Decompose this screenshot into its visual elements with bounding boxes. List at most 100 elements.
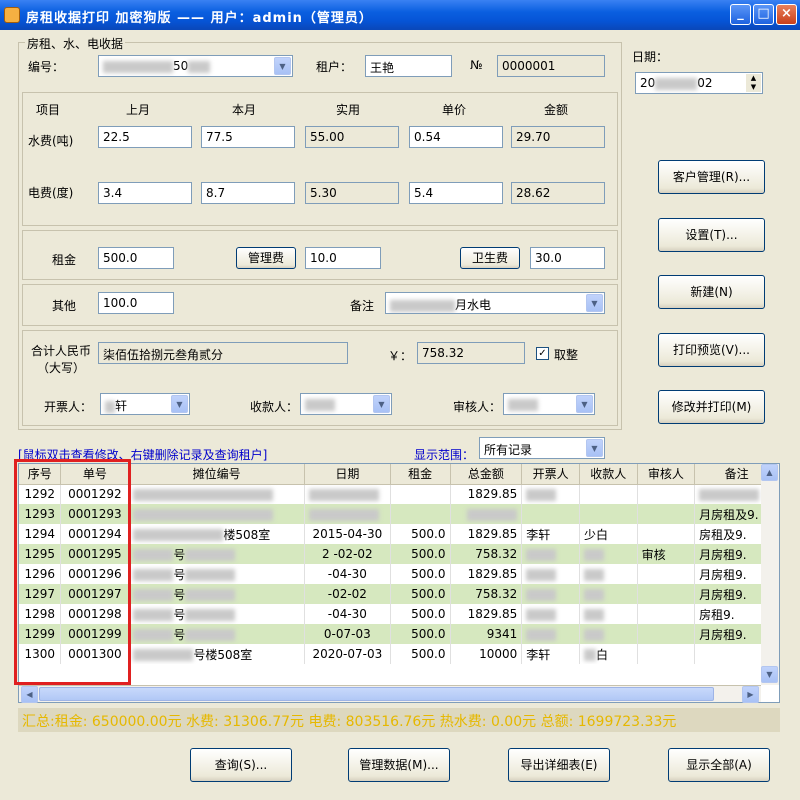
- code-select[interactable]: 50 ▼: [98, 55, 293, 77]
- electric-current-input[interactable]: 8.7: [201, 182, 295, 204]
- rent-label: 租金: [52, 253, 77, 267]
- cell-payee: [579, 604, 638, 624]
- table-row[interactable]: 1292 0001292 1829.85: [19, 484, 779, 504]
- blurred-text: [583, 568, 604, 581]
- scroll-right-icon[interactable]: ▶: [742, 686, 759, 703]
- close-button[interactable]: ×: [776, 4, 797, 25]
- th-payee[interactable]: 收款人: [579, 464, 638, 485]
- chevron-down-icon[interactable]: ▼: [586, 294, 603, 312]
- query-button[interactable]: 查询(S)...: [190, 748, 292, 782]
- date-input[interactable]: 20 02 ▲ ▼: [635, 72, 763, 94]
- chevron-down-icon[interactable]: ▼: [171, 395, 188, 413]
- chevron-down-icon[interactable]: ▼: [274, 57, 291, 75]
- th-date[interactable]: 日期: [304, 464, 391, 485]
- sanitation-fee-input[interactable]: 30.0: [530, 247, 605, 269]
- col-last-month: 上月: [126, 103, 151, 117]
- export-detail-button[interactable]: 导出详细表(E): [508, 748, 610, 782]
- manage-data-button[interactable]: 管理数据(M)...: [348, 748, 450, 782]
- th-rent[interactable]: 租金: [390, 464, 451, 485]
- water-price-input[interactable]: 0.54: [409, 126, 503, 148]
- rent-input[interactable]: 500.0: [98, 247, 174, 269]
- cell-auditor: [637, 504, 696, 524]
- blurred-text: [583, 608, 604, 621]
- settings-button[interactable]: 设置(T)...: [658, 218, 765, 252]
- table-row[interactable]: 1296 0001296 号 -04-30 500.0 1829.85 月房租9…: [19, 564, 779, 584]
- receipt-no-label: №: [470, 58, 483, 72]
- horizontal-scroll-thumb[interactable]: [39, 687, 714, 701]
- cell-rent: [390, 504, 451, 524]
- sanitation-fee-button[interactable]: 卫生费: [460, 247, 520, 269]
- new-button[interactable]: 新建(N): [658, 275, 765, 309]
- payee-label: 收款人：: [250, 400, 299, 414]
- issuer-label: 开票人：: [44, 400, 93, 414]
- water-current-input[interactable]: 77.5: [201, 126, 295, 148]
- scroll-down-icon[interactable]: ▼: [761, 666, 778, 683]
- blurred-text: [526, 488, 557, 501]
- cell-issuer: [521, 604, 580, 624]
- date-spinner-icon[interactable]: ▲ ▼: [746, 74, 761, 92]
- mgmt-fee-input[interactable]: 10.0: [305, 247, 381, 269]
- cell-payee: [579, 584, 638, 604]
- vertical-scrollbar[interactable]: ▲ ▼: [761, 464, 779, 685]
- auditor-select[interactable]: ▼: [503, 393, 595, 415]
- th-issuer[interactable]: 开票人: [521, 464, 580, 485]
- blurred-text: [583, 588, 604, 601]
- stall-text: 号楼508室: [193, 647, 253, 662]
- issuer-select[interactable]: 轩 ▼: [100, 393, 190, 415]
- table-row[interactable]: 1297 0001297 号 -02-02 500.0 758.32 月房租9.: [19, 584, 779, 604]
- cell-payee: [579, 544, 638, 564]
- cell-issuer: [521, 484, 580, 504]
- minimize-button[interactable]: _: [730, 4, 751, 25]
- table-row[interactable]: 1294 0001294 楼508室 2015-04-30 500.0 1829…: [19, 524, 779, 544]
- water-last-input[interactable]: 22.5: [98, 126, 192, 148]
- cell-date: [304, 504, 391, 524]
- table-row[interactable]: 1299 0001299 号 0-07-03 500.0 9341 月房租9.: [19, 624, 779, 644]
- scroll-up-icon[interactable]: ▲: [761, 464, 778, 481]
- table-row[interactable]: 1298 0001298 号 -04-30 500.0 1829.85 房租9.: [19, 604, 779, 624]
- blurred-text: [185, 569, 236, 581]
- records-table[interactable]: 序号 单号 摊位编号 日期 租金 总金额 开票人 收款人 审核人 备注 1292…: [18, 463, 780, 703]
- electric-amount-field: 28.62: [511, 182, 605, 204]
- th-stall[interactable]: 摊位编号: [128, 464, 305, 485]
- col-actual: 实用: [336, 103, 361, 117]
- th-auditor[interactable]: 审核人: [637, 464, 696, 485]
- electric-last-input[interactable]: 3.4: [98, 182, 192, 204]
- cell-date: 2020-07-03: [304, 644, 391, 664]
- mgmt-fee-button[interactable]: 管理费: [236, 247, 296, 269]
- scroll-left-icon[interactable]: ◀: [21, 686, 38, 703]
- maximize-button[interactable]: □: [753, 4, 774, 25]
- table-row[interactable]: 1295 0001295 号 2 -02-02 500.0 758.32 审核 …: [19, 544, 779, 564]
- cell-rent: 500.0: [390, 524, 451, 544]
- payee-select[interactable]: ▼: [300, 393, 392, 415]
- date-suffix: 02: [697, 76, 713, 90]
- cell-auditor: [637, 484, 696, 504]
- water-actual-field: 55.00: [305, 126, 399, 148]
- electric-price-input[interactable]: 5.4: [409, 182, 503, 204]
- table-row[interactable]: 1300 0001300 号楼508室 2020-07-03 500.0 100…: [19, 644, 779, 664]
- print-preview-button[interactable]: 打印预览(V)...: [658, 333, 765, 367]
- auditor-label: 审核人：: [453, 400, 502, 414]
- customer-management-button[interactable]: 客户管理(R)...: [658, 160, 765, 194]
- chevron-down-icon[interactable]: ▼: [586, 439, 603, 457]
- electric-label: 电费(度): [28, 186, 74, 200]
- receipt-no-field[interactable]: 0000001: [497, 55, 605, 77]
- th-total[interactable]: 总金额: [450, 464, 523, 485]
- remark-select[interactable]: 月水电 ▼: [385, 292, 605, 314]
- cell-stall: 号: [128, 564, 305, 584]
- cell-total: [450, 504, 523, 524]
- col-unit-price: 单价: [442, 103, 467, 117]
- horizontal-scrollbar[interactable]: ◀ ▶: [19, 685, 761, 703]
- round-checkbox[interactable]: ✓: [536, 347, 549, 360]
- other-input[interactable]: 100.0: [98, 292, 174, 314]
- chevron-down-icon[interactable]: ▼: [373, 395, 390, 413]
- show-all-button[interactable]: 显示全部(A): [668, 748, 770, 782]
- modify-print-button[interactable]: 修改并打印(M): [658, 390, 765, 424]
- table-row[interactable]: 1293 0001293 月房租及9.: [19, 504, 779, 524]
- cell-total: 1829.85: [450, 564, 523, 584]
- chevron-down-icon[interactable]: ▼: [576, 395, 593, 413]
- range-select[interactable]: 所有记录 ▼: [479, 437, 605, 459]
- tenant-input[interactable]: 王艳: [365, 55, 452, 77]
- total-upper-field: 柒佰伍拾捌元叁角贰分: [98, 342, 348, 364]
- summary-bar: 汇总:租金: 650000.00元 水费: 31306.77元 电费: 8035…: [18, 708, 780, 732]
- cell-stall: 楼508室: [128, 524, 305, 544]
